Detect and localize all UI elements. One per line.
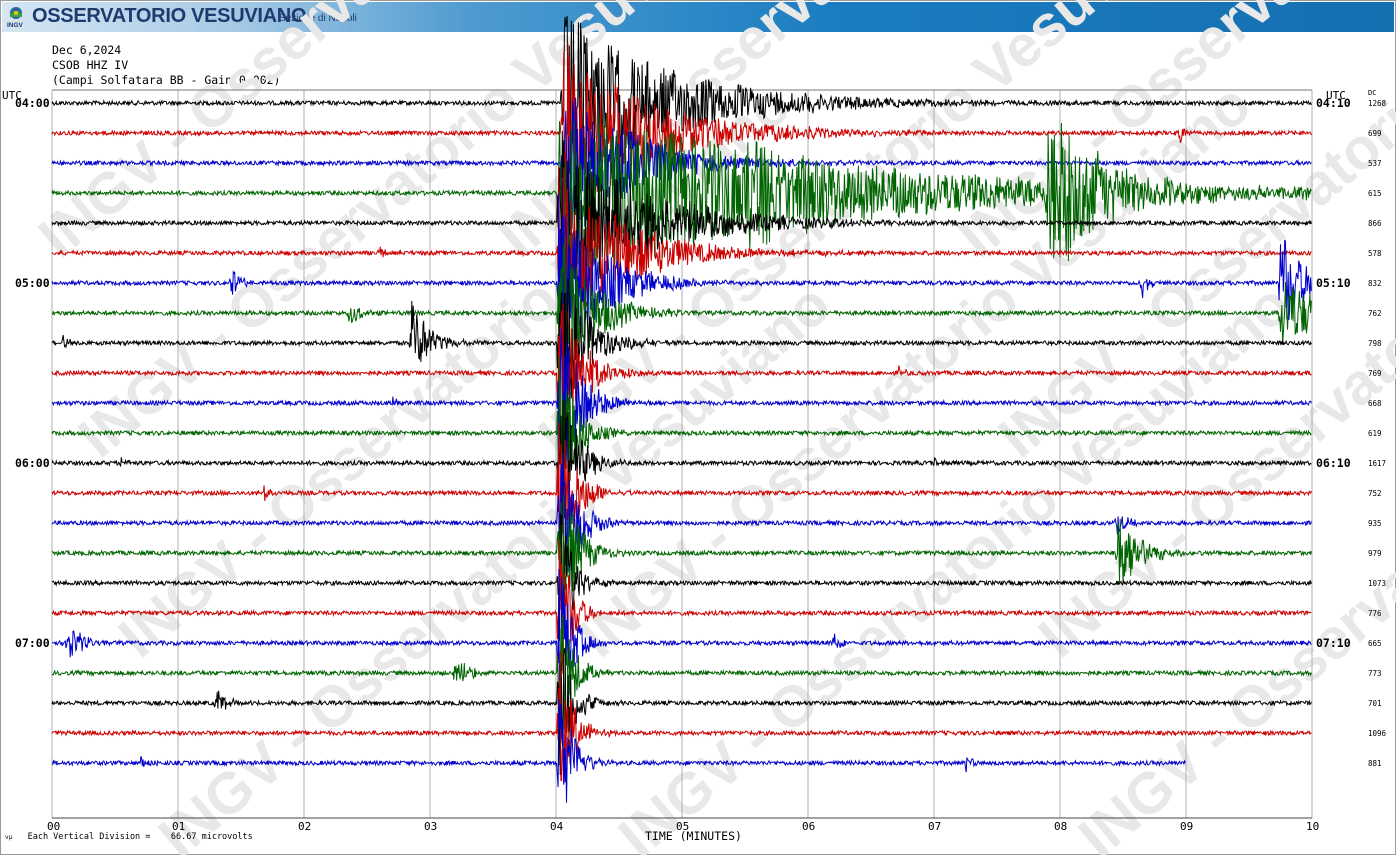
dc-offset-label: 762 (1368, 309, 1382, 318)
x-tick-label: 03 (424, 820, 437, 833)
x-tick-label: 08 (1054, 820, 1067, 833)
right-time-label: 06:10 (1316, 456, 1351, 470)
dc-offset-label: 769 (1368, 369, 1382, 378)
left-time-label: 05:00 (15, 276, 50, 290)
dc-offset-label: 935 (1368, 519, 1382, 528)
right-time-label: 07:10 (1316, 636, 1351, 650)
dc-offset-label: 752 (1368, 489, 1382, 498)
seismogram-plot: INGV - Osservatorio VesuvianoINGV - Osse… (2, 0, 1396, 855)
dc-offset-label: 866 (1368, 219, 1382, 228)
dc-offset-label: 773 (1368, 669, 1382, 678)
dc-offset-label: 776 (1368, 609, 1382, 618)
dc-offset-label: 1268 (1368, 99, 1387, 108)
x-tick-label: 10 (1306, 820, 1319, 833)
dc-offset-label: 701 (1368, 699, 1382, 708)
vertical-division-note: vµ Each Vertical Division = 66.67 microv… (5, 832, 253, 842)
dc-offset-label: 665 (1368, 639, 1382, 648)
left-time-label: 07:00 (15, 636, 50, 650)
vertical-division-text: Each Vertical Division = 66.67 microvolt… (27, 832, 253, 842)
dc-offset-label: 798 (1368, 339, 1382, 348)
dc-offset-label: 1096 (1368, 729, 1387, 738)
x-axis-label: TIME (MINUTES) (645, 829, 742, 843)
left-time-label: 04:00 (15, 96, 50, 110)
dc-offset-label: 699 (1368, 129, 1382, 138)
dc-offset-label: 832 (1368, 279, 1382, 288)
dc-offset-label: 881 (1368, 759, 1382, 768)
dc-offset-label: 668 (1368, 399, 1382, 408)
dc-offset-label: 615 (1368, 189, 1382, 198)
dc-offset-label: 537 (1368, 159, 1382, 168)
dc-offset-label: 578 (1368, 249, 1382, 258)
left-time-label: 06:00 (15, 456, 50, 470)
right-time-label: 05:10 (1316, 276, 1351, 290)
x-tick-label: 07 (928, 820, 941, 833)
x-tick-label: 06 (802, 820, 815, 833)
dc-offset-label: 1073 (1368, 579, 1386, 588)
x-tick-label: 04 (550, 820, 564, 833)
dc-offset-label: 979 (1368, 549, 1382, 558)
x-tick-label: 02 (298, 820, 311, 833)
dc-offset-label: 1617 (1368, 459, 1386, 468)
watermark-layer: INGV - Osservatorio VesuvianoINGV - Osse… (27, 0, 1396, 855)
dc-offset-label: 619 (1368, 429, 1382, 438)
right-time-label: 04:10 (1316, 96, 1351, 110)
dc-title: DC (1368, 89, 1376, 97)
microvolt-symbol: vµ (5, 834, 13, 841)
x-tick-label: 09 (1180, 820, 1193, 833)
